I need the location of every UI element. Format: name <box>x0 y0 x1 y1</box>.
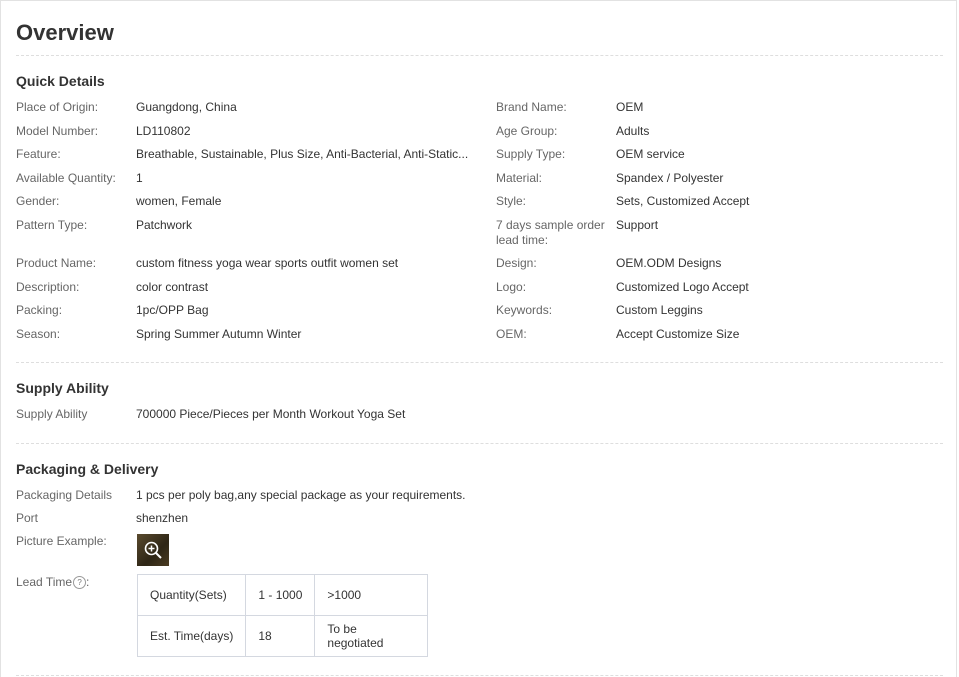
detail-label: Logo: <box>496 280 527 294</box>
detail-value: Guangdong, China <box>136 100 237 114</box>
detail-value: OEM service <box>616 147 685 161</box>
detail-value: Spandex / Polyester <box>616 171 724 185</box>
detail-label: Style: <box>496 194 527 208</box>
detail-value: 1 pcs per poly bag,any special package a… <box>136 488 466 502</box>
table-cell: Quantity(Sets) <box>136 574 247 616</box>
picture-example-thumbnail[interactable] <box>137 534 169 566</box>
detail-value: Spring Summer Autumn Winter <box>136 327 302 341</box>
detail-value: 700000 Piece/Pieces per Month Workout Yo… <box>136 407 406 421</box>
detail-label: 7 days sample order lead time: <box>496 218 605 247</box>
detail-label: Packing: <box>16 303 63 317</box>
detail-value: OEM <box>616 100 644 114</box>
quick-details-heading: Quick Details <box>16 73 105 89</box>
packaging-delivery-heading: Packaging & Delivery <box>16 461 159 477</box>
detail-label: Keywords: <box>496 303 553 317</box>
table-cell: 1 - 1000 <box>245 574 316 616</box>
detail-label: Available Quantity: <box>16 171 116 185</box>
detail-label: Supply Ability <box>16 407 88 421</box>
detail-label: Picture Example: <box>16 534 107 548</box>
table-cell: 18 <box>245 615 316 657</box>
table-cell: To be negotiated <box>314 615 429 657</box>
table-row: Quantity(Sets) 1 - 1000 >1000 <box>136 574 429 616</box>
detail-label: Brand Name: <box>496 100 567 114</box>
detail-label: Gender: <box>16 194 60 208</box>
divider <box>16 443 943 444</box>
detail-label: Age Group: <box>496 124 558 138</box>
detail-label: Packaging Details <box>16 488 113 502</box>
table-cell: >1000 <box>314 574 429 616</box>
detail-value: shenzhen <box>136 511 189 525</box>
detail-value: Sets, Customized Accept <box>616 194 750 208</box>
detail-value: Patchwork <box>136 218 193 232</box>
divider <box>16 55 943 56</box>
detail-label: OEM: <box>496 327 527 341</box>
detail-label: Feature: <box>16 147 61 161</box>
detail-value: Accept Customize Size <box>616 327 740 341</box>
table-row: Est. Time(days) 18 To be negotiated <box>136 615 429 657</box>
page-title: Overview <box>16 20 114 45</box>
table-cell: Est. Time(days) <box>136 615 247 657</box>
detail-value: Custom Leggins <box>616 303 703 317</box>
divider <box>16 675 943 676</box>
detail-value: Adults <box>616 124 650 138</box>
detail-value: color contrast <box>136 280 209 294</box>
lead-time-colon: : <box>86 575 90 589</box>
divider <box>16 362 943 363</box>
supply-ability-heading: Supply Ability <box>16 380 109 396</box>
lead-time-label: Lead Time?: <box>16 575 134 590</box>
detail-label: Design: <box>496 256 537 270</box>
help-circle-icon[interactable]: ? <box>73 576 87 590</box>
detail-value: 1 <box>136 171 143 185</box>
detail-label: Port <box>16 511 39 525</box>
detail-label: Supply Type: <box>496 147 566 161</box>
detail-value: custom fitness yoga wear sports outfit w… <box>136 256 399 270</box>
lead-time-text: Lead Time <box>16 575 73 589</box>
detail-label: Pattern Type: <box>16 218 88 232</box>
detail-value: Support <box>616 218 659 232</box>
detail-value: Customized Logo Accept <box>616 280 749 294</box>
detail-label: Season: <box>16 327 61 341</box>
detail-label: Model Number: <box>16 124 99 138</box>
detail-value: 1pc/OPP Bag <box>136 303 209 317</box>
detail-label: Description: <box>16 280 80 294</box>
lead-time-table: Quantity(Sets) 1 - 1000 >1000 Est. Time(… <box>136 574 429 657</box>
detail-value: Breathable, Sustainable, Plus Size, Anti… <box>136 147 469 161</box>
detail-label: Product Name: <box>16 256 97 270</box>
detail-label: Material: <box>496 171 543 185</box>
detail-label: Place of Origin: <box>16 100 99 114</box>
zoom-in-icon <box>144 541 162 559</box>
detail-value: women, Female <box>136 194 222 208</box>
detail-value: OEM.ODM Designs <box>616 256 722 270</box>
detail-value: LD110802 <box>136 124 191 138</box>
